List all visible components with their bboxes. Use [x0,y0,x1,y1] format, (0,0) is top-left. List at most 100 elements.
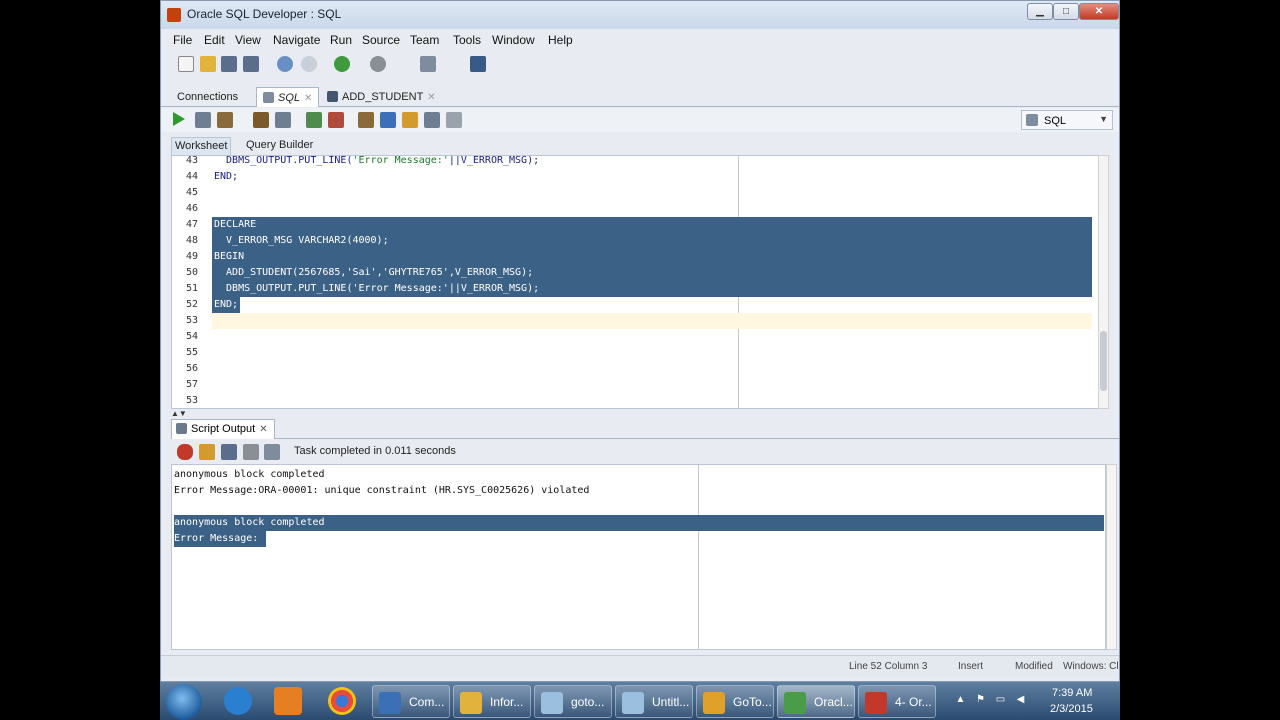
code-line[interactable] [212,377,1092,393]
run-statement-icon[interactable] [173,112,185,126]
new-file-icon[interactable] [178,56,194,72]
back-icon[interactable] [334,56,350,72]
scrollbar-thumb[interactable] [1100,331,1107,391]
sql-tuning-icon[interactable] [328,112,344,128]
clock-time[interactable]: 7:39 AM [1052,687,1092,699]
debug-icon[interactable] [420,56,436,72]
code-line[interactable]: DECLARE [212,217,1092,233]
format-icon[interactable] [380,112,396,128]
taskbar-button[interactable]: goto... [534,685,612,718]
task-status-text: Task completed in 0.011 seconds [294,445,456,457]
output-line[interactable]: anonymous block completed [174,515,1104,531]
menu-help[interactable]: Help [548,33,573,47]
code-line[interactable] [212,361,1092,377]
menu-file[interactable]: File [173,33,192,47]
close-tab-icon[interactable]: ✕ [427,92,435,103]
code-line[interactable] [212,345,1092,361]
tab-script-output[interactable]: Script Output ✕ [171,419,275,439]
action-center-icon[interactable]: ⚑ [974,694,987,707]
minimize-button[interactable]: ▁ [1027,3,1053,20]
close-tab-icon[interactable]: ✕ [304,93,312,104]
save-output-icon[interactable] [221,444,237,460]
maximize-button[interactable]: □ [1053,3,1079,20]
menu-tools[interactable]: Tools [453,33,481,47]
autotrace-icon[interactable] [275,112,291,128]
output-line[interactable] [174,499,1104,515]
history-icon[interactable] [424,112,440,128]
code-line[interactable] [212,185,1092,201]
tab-sql[interactable]: SQL ✕ [256,87,320,107]
run-script-icon[interactable] [195,112,211,128]
undo-icon[interactable] [277,56,293,72]
menu-team[interactable]: Team [410,33,439,47]
taskbar-button[interactable]: 4- Or... [858,685,936,718]
media-player-icon[interactable] [274,687,302,715]
taskbar-button[interactable]: Untitl... [615,685,693,718]
panel-splitter[interactable]: ▲▼ [171,409,1111,418]
taskbar-button[interactable]: Oracl... [777,685,855,718]
volume-icon[interactable]: ◀ [1014,694,1027,707]
clock-date[interactable]: 2/3/2015 [1050,703,1093,715]
open-folder-icon[interactable] [200,56,216,72]
print-icon[interactable] [243,444,259,460]
editor-vertical-scrollbar[interactable] [1098,155,1109,409]
title-bar[interactable]: Oracle SQL Developer : SQL ▁ □ ✕ [161,1,1119,29]
code-line[interactable]: V_ERROR_MSG VARCHAR2(4000); [212,233,1092,249]
save-all-icon[interactable] [243,56,259,72]
menu-source[interactable]: Source [362,33,400,47]
save-icon[interactable] [221,56,237,72]
taskbar-button[interactable]: GoTo... [696,685,774,718]
rollback-icon[interactable] [253,112,269,128]
eraser-icon[interactable] [199,444,215,460]
buffer-icon[interactable] [264,444,280,460]
output-line[interactable]: Error Message: [174,531,266,547]
code-line[interactable] [212,313,1092,329]
tuning-advisor-icon[interactable] [446,112,462,128]
ie-icon[interactable] [224,687,252,715]
tab-query-builder[interactable]: Query Builder [243,137,316,155]
menu-view[interactable]: View [235,33,261,47]
redo-icon[interactable] [301,56,317,72]
tab-worksheet[interactable]: Worksheet [171,137,232,155]
sql-developer-window: Oracle SQL Developer : SQL ▁ □ ✕ File Ed… [160,0,1120,682]
code-line[interactable]: DBMS_OUTPUT.PUT_LINE('Error Message:'||V… [212,281,1092,297]
binoculars-icon[interactable] [470,56,486,72]
script-output-area[interactable]: anonymous block completed Error Message:O… [171,464,1106,650]
desktop: Oracle SQL Developer : SQL ▁ □ ✕ File Ed… [0,0,1280,720]
tab-add-student[interactable]: ADD_STUDENT ✕ [321,87,442,107]
clear-icon[interactable] [402,112,418,128]
tab-add-student-label: ADD_STUDENT [342,91,424,103]
commit-icon[interactable] [217,112,233,128]
tab-connections[interactable]: Connections [171,87,244,107]
close-button[interactable]: ✕ [1079,3,1119,20]
code-line[interactable]: BEGIN [212,249,1092,265]
menu-run[interactable]: Run [330,33,352,47]
output-line[interactable]: Error Message:ORA-00001: unique constrai… [174,483,1104,499]
code-line[interactable]: DBMS_OUTPUT.PUT_LINE('Error Message:'||V… [212,156,1092,169]
forward-icon[interactable] [370,56,386,72]
code-line[interactable] [212,393,1092,408]
chrome-icon[interactable] [328,687,356,715]
connection-select[interactable]: SQL ▼ [1021,110,1113,130]
pin-icon[interactable] [177,444,193,460]
code-line[interactable]: END; [212,169,1092,185]
menu-edit[interactable]: Edit [204,33,225,47]
show-hidden-icons-icon[interactable]: ▲ [954,694,967,707]
start-button[interactable] [166,684,202,720]
taskbar-button[interactable]: Infor... [453,685,531,718]
sql-editor[interactable]: 43 44 45 46 47 48 49 50 51 52 53 54 55 56 57 53 DBMS_OU… [171,155,1108,409]
code-line[interactable]: END; [212,297,240,313]
code-line[interactable]: ADD_STUDENT(2567685,'Sai','GHYTRE765',V_… [212,265,1092,281]
worksheet-toolbar: SQL ▼ [161,108,1119,132]
code-line[interactable] [212,329,1092,345]
menu-navigate[interactable]: Navigate [273,33,320,47]
network-icon[interactable]: ▭ [994,694,1007,707]
menu-window[interactable]: Window [492,33,535,47]
taskbar-button[interactable]: Com... [372,685,450,718]
output-vertical-scrollbar[interactable] [1106,464,1117,650]
unshared-sql-icon[interactable] [358,112,374,128]
code-line[interactable] [212,201,1092,217]
output-line[interactable]: anonymous block completed [174,467,1104,483]
explain-plan-icon[interactable] [306,112,322,128]
close-tab-icon[interactable]: ✕ [259,424,267,435]
